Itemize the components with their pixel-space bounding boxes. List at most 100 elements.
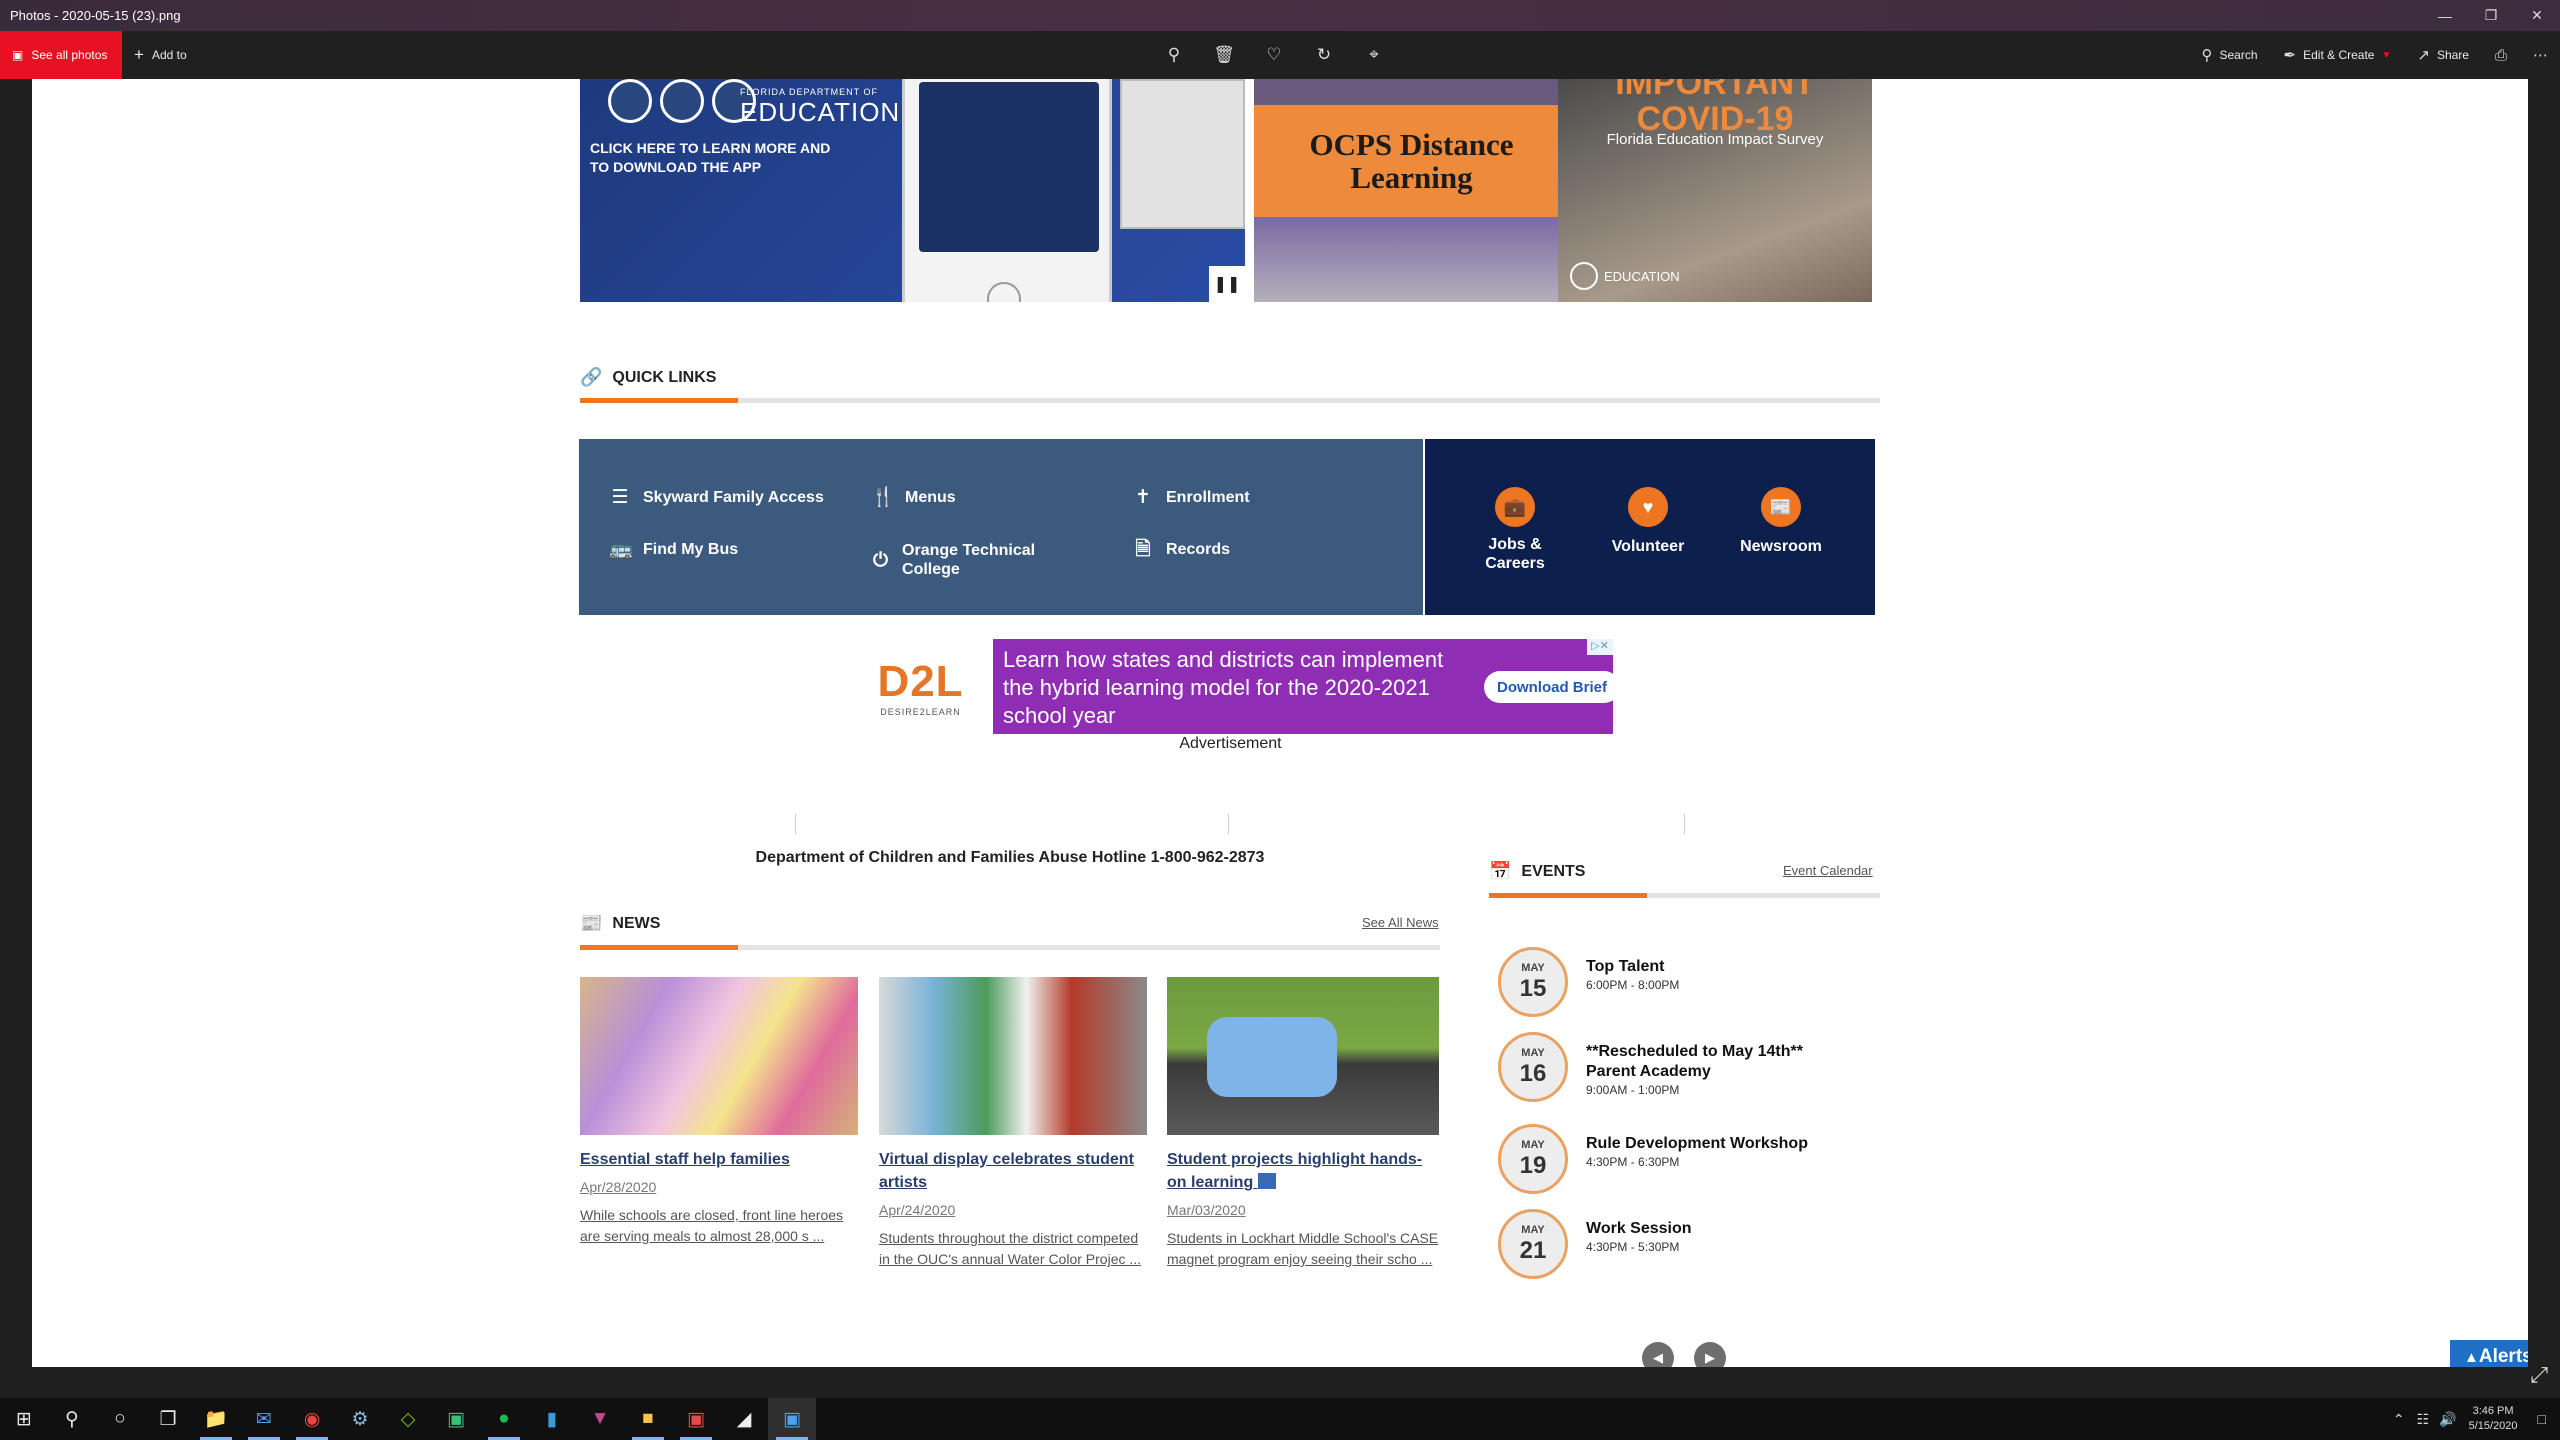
alerts-label: Alerts bbox=[2478, 1346, 2528, 1367]
see-all-photos-button[interactable]: ▣ See all photos bbox=[0, 31, 122, 79]
chevron-right-icon: ▶ bbox=[1705, 1350, 1715, 1365]
steam-icon[interactable]: ⚙ bbox=[336, 1398, 384, 1440]
event-item[interactable]: MAY 15 Top Talent 6:00PM - 8:00PM bbox=[1498, 947, 1679, 1017]
rotate-icon[interactable]: ↻ bbox=[1310, 45, 1338, 65]
toolbar-actions: ⚲ Search ✒ Edit & Create ▼ ↗ Share ⎙ ⋯ bbox=[2201, 31, 2548, 79]
event-title[interactable]: Top Talent bbox=[1586, 957, 1679, 977]
file-explorer-icon[interactable]: 📁 bbox=[192, 1398, 240, 1440]
add-to-button[interactable]: + Add to bbox=[134, 31, 187, 79]
featured-link-volunteer[interactable]: ♥ Volunteer bbox=[1593, 487, 1703, 556]
fde-logo: FLORIDA DEPARTMENT OF EDUCATION bbox=[740, 87, 900, 128]
news-headline[interactable]: Student projects highlight hands-on lear… bbox=[1167, 1148, 1439, 1194]
fde-logo-text: EDUCATION bbox=[740, 97, 901, 127]
pause-button[interactable]: ❚❚ bbox=[1209, 266, 1245, 302]
news-date: Apr/24/2020 bbox=[879, 1202, 956, 1218]
news-title: NEWS bbox=[612, 914, 661, 932]
search-button[interactable]: ⚲ Search bbox=[2201, 46, 2257, 64]
ad-message: Learn how states and districts can imple… bbox=[1003, 647, 1444, 728]
quick-link-skyward[interactable]: ☰ Skyward Family Access bbox=[609, 488, 823, 507]
news-image-notes[interactable] bbox=[580, 977, 858, 1135]
events-next-button[interactable]: ▶ bbox=[1694, 1342, 1726, 1367]
event-item[interactable]: MAY 21 Work Session 4:30PM - 5:30PM bbox=[1498, 1209, 1692, 1279]
news-card[interactable]: Virtual display celebrates student artis… bbox=[879, 977, 1147, 1270]
quick-links-title: QUICK LINKS bbox=[612, 368, 717, 386]
event-title[interactable]: Work Session bbox=[1586, 1219, 1692, 1239]
task-view-icon[interactable]: ❐ bbox=[144, 1398, 192, 1440]
search-icon: ⚲ bbox=[2201, 47, 2213, 64]
zoom-icon[interactable]: ⚲ bbox=[1160, 45, 1188, 65]
photos-app-icon[interactable]: ▣ bbox=[768, 1398, 816, 1440]
photos-toolbar: ▣ See all photos + Add to ⚲ 🗑 ♡ ↻ ⌖ ⚲ Se… bbox=[0, 31, 2560, 79]
quick-link-records[interactable]: 🗎 Records bbox=[1132, 540, 1230, 559]
news-excerpt[interactable]: Students throughout the district compete… bbox=[879, 1228, 1147, 1270]
epic-games-icon[interactable]: ◢ bbox=[720, 1398, 768, 1440]
fullscreen-icon[interactable]: ⤢ bbox=[2530, 1362, 2548, 1388]
delete-icon[interactable]: 🗑 bbox=[1210, 45, 1238, 65]
network-icon[interactable]: ☷ bbox=[2417, 1411, 2430, 1428]
news-image-car[interactable] bbox=[1167, 977, 1439, 1135]
news-image-artist[interactable] bbox=[879, 977, 1147, 1135]
featured-link-jobs-careers[interactable]: 💼 Jobs & Careers bbox=[1460, 487, 1570, 573]
event-item[interactable]: MAY 16 **Rescheduled to May 14th** Paren… bbox=[1498, 1032, 1836, 1102]
nvidia-icon[interactable]: ◇ bbox=[384, 1398, 432, 1440]
events-prev-button[interactable]: ◀ bbox=[1642, 1342, 1674, 1367]
video-app-icon[interactable]: ▼ bbox=[576, 1398, 624, 1440]
chevron-down-icon: ▼ bbox=[2381, 49, 2392, 61]
media-app-icon[interactable]: ▣ bbox=[672, 1398, 720, 1440]
notification-icon[interactable]: □ bbox=[2538, 1411, 2546, 1427]
calendar-icon: 📅 bbox=[1489, 861, 1512, 881]
spotify-icon[interactable]: ● bbox=[480, 1398, 528, 1440]
window-controls: — ❐ ✕ bbox=[2422, 0, 2560, 31]
news-excerpt[interactable]: While schools are closed, front line her… bbox=[580, 1205, 858, 1247]
edit-create-button[interactable]: ✒ Edit & Create ▼ bbox=[2284, 46, 2392, 64]
minimize-icon[interactable]: — bbox=[2422, 0, 2468, 31]
sticky-notes-icon[interactable]: ■ bbox=[624, 1398, 672, 1440]
mail-icon[interactable]: ✉ bbox=[240, 1398, 288, 1440]
event-item[interactable]: MAY 19 Rule Development Workshop 4:30PM … bbox=[1498, 1124, 1808, 1194]
crop-icon[interactable]: ⌖ bbox=[1360, 45, 1388, 65]
quick-link-enrollment[interactable]: ✝ Enrollment bbox=[1132, 488, 1250, 507]
event-title[interactable]: **Rescheduled to May 14th** Parent Acade… bbox=[1586, 1042, 1836, 1082]
volume-icon[interactable]: 🔊 bbox=[2439, 1411, 2456, 1428]
banner-slide-distance-learning[interactable]: OCPS Distance Learning bbox=[1254, 79, 1569, 302]
d2l-logo-sub: DESIRE2LEARN bbox=[880, 706, 961, 717]
quick-link-menus[interactable]: 🍴 Menus bbox=[871, 488, 956, 507]
news-card[interactable]: Student projects highlight hands-on lear… bbox=[1167, 977, 1439, 1270]
alerts-button[interactable]: ▲ Alerts 1 bbox=[2450, 1340, 2528, 1367]
banner-slide-covid-survey[interactable]: IMPORTANT COVID-19 Florida Education Imp… bbox=[1558, 79, 1872, 302]
chevron-up-icon[interactable]: ⌃ bbox=[2393, 1411, 2405, 1428]
ad-close-icon[interactable]: ▷✕ bbox=[1587, 639, 1613, 655]
quick-link-orange-technical-college[interactable]: ⏻ Orange Technical College bbox=[871, 541, 1071, 579]
featured-link-newsroom[interactable]: 📰 Newsroom bbox=[1726, 487, 1836, 556]
chat-app-icon[interactable]: ▣ bbox=[432, 1398, 480, 1440]
see-all-news-link[interactable]: See All News bbox=[1362, 915, 1439, 930]
taskbar-clock[interactable]: 3:46 PM 5/15/2020 bbox=[2469, 1404, 2518, 1434]
d2l-advertisement[interactable]: D2L DESIRE2LEARN Learn how states and di… bbox=[848, 639, 1620, 734]
print-icon[interactable]: ⎙ bbox=[2495, 47, 2507, 64]
featured-link-label: Volunteer bbox=[1611, 538, 1685, 555]
cortana-icon[interactable]: ○ bbox=[96, 1398, 144, 1440]
download-brief-button[interactable]: Download Brief bbox=[1484, 671, 1620, 703]
more-options-icon[interactable]: ⋯ bbox=[2533, 46, 2548, 64]
event-title[interactable]: Rule Development Workshop bbox=[1586, 1134, 1808, 1154]
news-card[interactable]: Essential staff help families Apr/28/202… bbox=[580, 977, 858, 1247]
windows-start-icon[interactable]: ⊞ bbox=[0, 1398, 48, 1440]
event-calendar-link[interactable]: Event Calendar bbox=[1783, 863, 1873, 878]
clock-time: 3:46 PM bbox=[2472, 1405, 2514, 1417]
news-excerpt[interactable]: Students in Lockhart Middle School's CAS… bbox=[1167, 1228, 1439, 1270]
news-headline[interactable]: Virtual display celebrates student artis… bbox=[879, 1148, 1147, 1194]
chrome-icon[interactable]: ◉ bbox=[288, 1398, 336, 1440]
fde-logo-top: FLORIDA DEPARTMENT OF bbox=[740, 87, 879, 97]
quick-link-find-my-bus[interactable]: 🚌 Find My Bus bbox=[609, 540, 738, 559]
share-button[interactable]: ↗ Share bbox=[2417, 46, 2469, 64]
restore-icon[interactable]: ❐ bbox=[2468, 0, 2514, 31]
flash-app-icon[interactable]: ▮ bbox=[528, 1398, 576, 1440]
news-headline[interactable]: Essential staff help families bbox=[580, 1148, 858, 1171]
keyboard-illustration bbox=[1120, 79, 1245, 229]
close-icon[interactable]: ✕ bbox=[2514, 0, 2560, 31]
event-time: 4:30PM - 5:30PM bbox=[1586, 1240, 1680, 1254]
search-icon[interactable]: ⚲ bbox=[48, 1398, 96, 1440]
banner-slide-app[interactable]: FLORIDA DEPARTMENT OF EDUCATION CLICK HE… bbox=[580, 79, 1245, 302]
image-tools: ⚲ 🗑 ♡ ↻ ⌖ bbox=[1160, 31, 1388, 79]
favorite-icon[interactable]: ♡ bbox=[1260, 45, 1288, 65]
